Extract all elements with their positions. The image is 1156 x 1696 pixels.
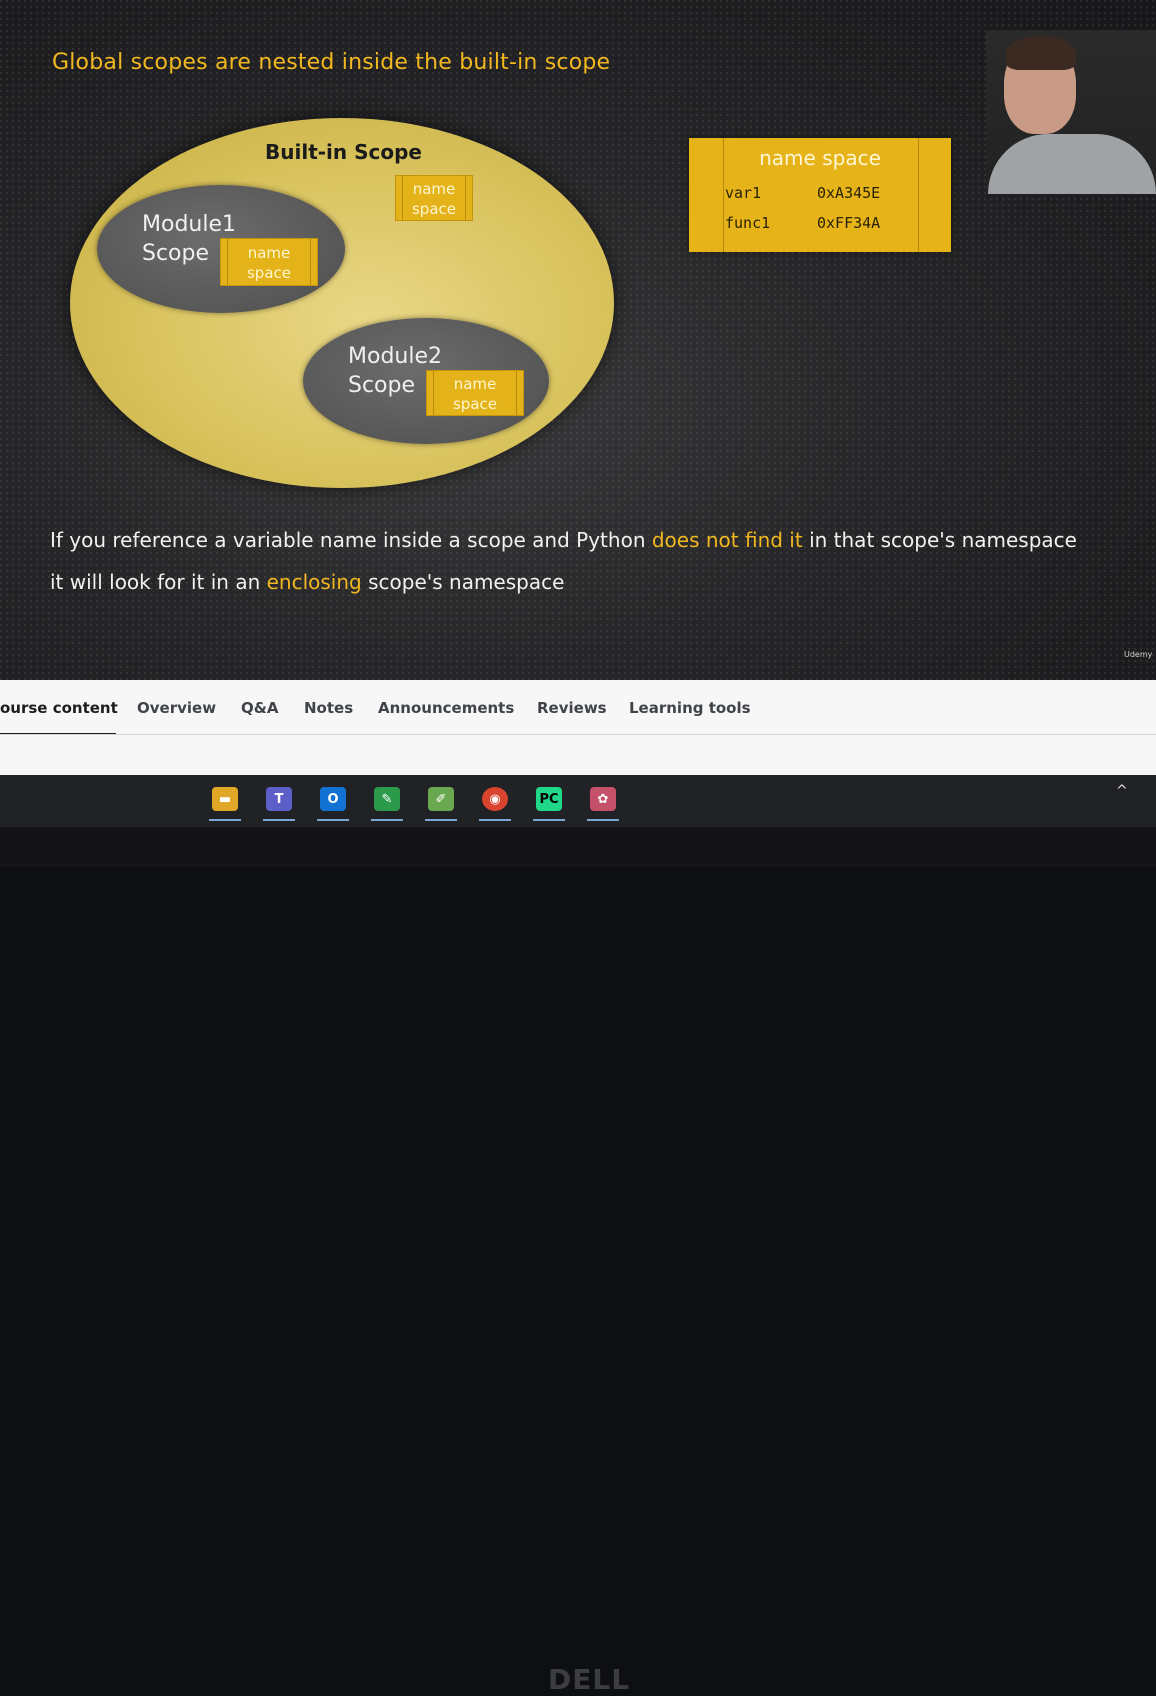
taskbar: ▬ T O ✎ ✐ ◉ PC ✿ ^ <box>0 775 1156 827</box>
outlook-icon[interactable]: O <box>320 787 346 811</box>
namespace-row-name: func1 <box>725 214 771 232</box>
tab-reviews[interactable]: Reviews <box>537 699 607 717</box>
namespace-row-value: 0xA345E <box>817 184 881 202</box>
tab-notes[interactable]: Notes <box>304 699 353 717</box>
tab-overview[interactable]: Overview <box>137 699 216 717</box>
pycharm-edu-icon[interactable]: ✎ <box>374 787 400 811</box>
caption-text: scope's namespace <box>361 570 565 594</box>
presenter-video <box>986 30 1156 194</box>
builtin-namespace-box: name space <box>395 175 473 221</box>
caption-highlight: enclosing <box>266 570 362 594</box>
tray-chevron-up-icon[interactable]: ^ <box>1116 783 1128 799</box>
teams-icon[interactable]: T <box>266 787 292 811</box>
caption-text: in that scope's namespace <box>802 528 1077 552</box>
namespace-row-name: var1 <box>725 184 762 202</box>
tabs-divider <box>0 734 1156 735</box>
namespace-table-header: name space <box>759 146 881 170</box>
module2-namespace-box: name space <box>426 370 524 416</box>
monitor-bezel: DELL <box>0 827 1156 1696</box>
pycharm-icon[interactable]: PC <box>536 787 562 811</box>
tab-qa[interactable]: Q&A <box>241 699 278 717</box>
tab-course-content[interactable]: ourse content <box>0 699 118 717</box>
chrome-icon[interactable]: ◉ <box>482 787 508 811</box>
caption-line-1: If you reference a variable name inside … <box>50 528 1077 552</box>
tab-learning-tools[interactable]: Learning tools <box>629 699 751 717</box>
caption-highlight: does not find it <box>651 528 803 552</box>
file-explorer-icon[interactable]: ▬ <box>212 787 238 811</box>
caption-line-2: it will look for it in an enclosing scop… <box>50 570 564 594</box>
caption-text: If you reference a variable name inside … <box>50 528 652 552</box>
caption-text: it will look for it in an <box>50 570 267 594</box>
slide-title: Global scopes are nested inside the buil… <box>52 50 611 75</box>
tab-announcements[interactable]: Announcements <box>378 699 514 717</box>
builtin-scope-ellipse <box>70 118 614 488</box>
paint-icon[interactable]: ✿ <box>590 787 616 811</box>
udemy-watermark-logo: Udemy <box>1124 650 1153 659</box>
builtin-scope-label: Built-in Scope <box>265 140 422 164</box>
namespace-row-value: 0xFF34A <box>817 214 881 232</box>
module1-namespace-box: name space <box>220 238 318 286</box>
course-tabs-bar: ourse content Overview Q&A Notes Announc… <box>0 680 1156 775</box>
notepad-icon[interactable]: ✐ <box>428 787 454 811</box>
dell-logo: DELL <box>548 1663 631 1696</box>
slide: Global scopes are nested inside the buil… <box>0 0 1156 680</box>
